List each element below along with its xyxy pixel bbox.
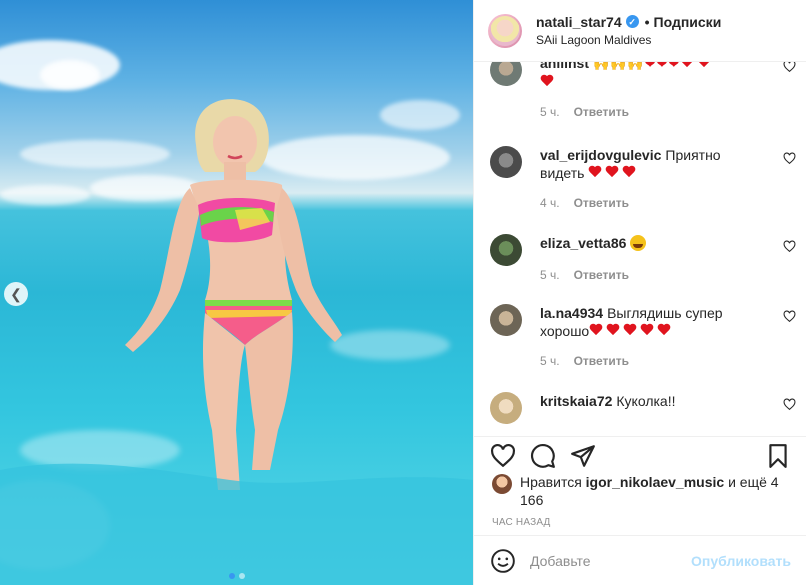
- comment-username[interactable]: eliza_vetta86: [540, 235, 626, 251]
- commenter-avatar[interactable]: [490, 304, 522, 336]
- comment-item: la.na4934 Выглядишь супер хорошо 5 ч. Отве…: [490, 304, 796, 370]
- comment-time: 5 ч.: [540, 354, 560, 368]
- likes-summary: Нравится igor_nikolaev_music и ещё 4 166: [492, 473, 791, 509]
- commenter-avatar[interactable]: [490, 146, 522, 178]
- verified-badge-icon: ✓: [625, 15, 639, 28]
- liker-username[interactable]: igor_nikolaev_music: [586, 474, 725, 490]
- comment-item: anilinst 🙌🙌🙌❤❤❤ 5 ч. Ответить: [490, 62, 796, 121]
- post-sidebar: natali_star74 ✓ • Подписки SAii Lagoon M…: [473, 0, 806, 585]
- share-paper-plane-icon[interactable]: [570, 443, 596, 469]
- post-location[interactable]: SAii Lagoon Maldives: [536, 31, 721, 49]
- post-photo[interactable]: ❮: [0, 0, 473, 585]
- like-comment-heart-icon[interactable]: [783, 398, 796, 411]
- author-username[interactable]: natali_star74: [536, 13, 622, 31]
- comment-username[interactable]: kritskaia72: [540, 393, 612, 409]
- comment-item: eliza_vetta86 5 ч. Ответить: [490, 234, 796, 284]
- like-comment-heart-icon[interactable]: [783, 310, 796, 323]
- comment-time: 5 ч.: [540, 105, 560, 119]
- carousel-dot: [228, 573, 235, 579]
- reply-button[interactable]: Ответить: [574, 194, 629, 212]
- likes-prefix: Нравится: [520, 474, 582, 490]
- commenter-avatar[interactable]: [490, 392, 522, 424]
- comment-username[interactable]: anilinst: [540, 62, 589, 71]
- comment-time: 4 ч.: [540, 196, 560, 210]
- woman-figure: [0, 99, 473, 585]
- comment-username[interactable]: la.na4934: [540, 305, 603, 321]
- comment-emoji: [588, 165, 639, 181]
- instagram-post: ❮ natali_star74 ✓ • Подписки SAii Lagoon…: [0, 0, 806, 585]
- liker-avatar[interactable]: [492, 474, 512, 494]
- add-comment-bar: Опубликовать: [474, 535, 806, 586]
- bookmark-icon[interactable]: [765, 443, 791, 469]
- comment-username[interactable]: val_erijdovgulevic: [540, 147, 661, 163]
- carousel-dots: [0, 573, 473, 579]
- header-separator: •: [644, 13, 650, 30]
- comment-text: Куколка!!: [616, 393, 676, 409]
- reply-button[interactable]: Ответить: [574, 266, 629, 284]
- comment-input[interactable]: [530, 553, 690, 569]
- comment-emoji: [589, 323, 674, 339]
- post-header: natali_star74 ✓ • Подписки SAii Lagoon M…: [474, 0, 806, 62]
- comment-time: 5 ч.: [540, 268, 560, 282]
- reply-button[interactable]: Ответить: [574, 103, 629, 121]
- chevron-left-icon: ❮: [10, 285, 22, 302]
- like-comment-heart-icon[interactable]: [783, 152, 796, 165]
- following-button[interactable]: Подписки: [654, 13, 722, 31]
- author-avatar[interactable]: [488, 13, 522, 48]
- post-actions: Нравится igor_nikolaev_music и ещё 4 166…: [474, 436, 806, 585]
- heart-eyes-emoji-icon: [630, 235, 647, 251]
- reply-button[interactable]: Ответить: [574, 352, 629, 370]
- like-heart-icon[interactable]: [490, 443, 516, 469]
- comments-list[interactable]: anilinst 🙌🙌🙌❤❤❤ 5 ч. Ответить val_erijdovg…: [474, 62, 806, 436]
- like-comment-heart-icon[interactable]: [783, 62, 796, 73]
- post-timestamp[interactable]: ЧАС НАЗАД: [492, 517, 551, 528]
- commenter-avatar[interactable]: [490, 234, 522, 266]
- comment-bubble-icon[interactable]: [530, 443, 556, 469]
- carousel-dot: [238, 573, 245, 579]
- emoji-picker-icon[interactable]: [490, 548, 516, 574]
- commenter-avatar[interactable]: [490, 62, 522, 86]
- comment-item: val_erijdovgulevic Приятно видеть 4 ч. Отв…: [490, 146, 796, 212]
- carousel-prev-button[interactable]: ❮: [4, 282, 28, 306]
- like-comment-heart-icon[interactable]: [783, 240, 796, 253]
- comment-item: kritskaia72 Куколка!!: [490, 392, 796, 424]
- publish-button[interactable]: Опубликовать: [691, 553, 791, 569]
